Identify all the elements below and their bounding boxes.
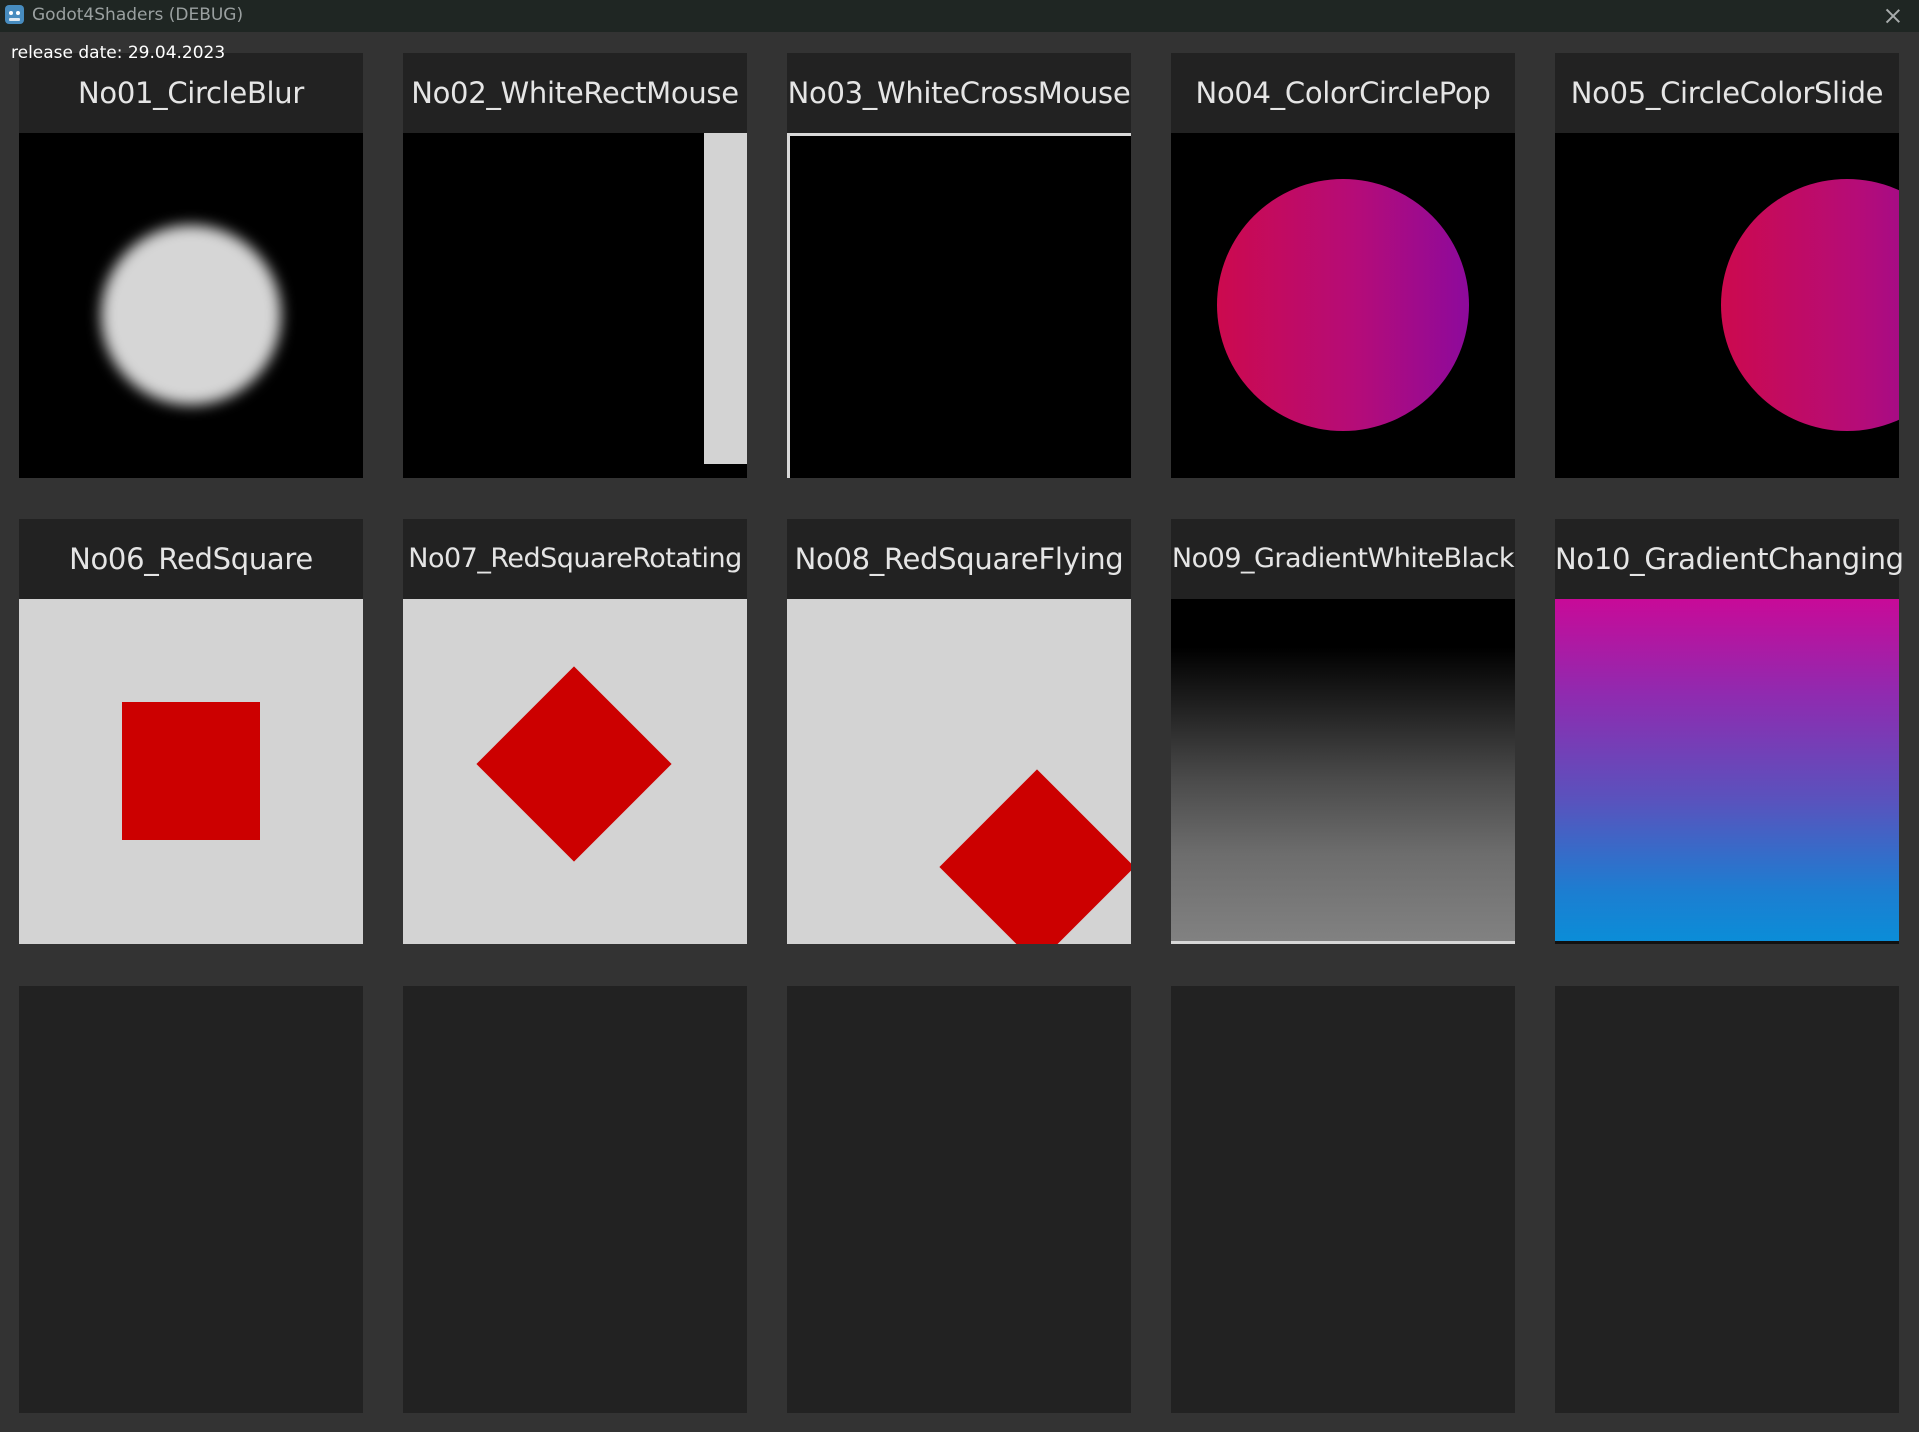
cross-vertical-line (787, 133, 790, 478)
shader-card: No05_CircleColorSlide (1555, 53, 1899, 478)
shader-title: No05_CircleColorSlide (1555, 53, 1899, 133)
empty-slot (19, 986, 363, 1413)
cross-horizontal-line (787, 133, 1131, 136)
empty-slot (1555, 986, 1899, 1413)
shader-preview-circle-blur[interactable] (19, 133, 363, 478)
shader-title: No07_RedSquareRotating (403, 519, 747, 599)
empty-slot (1171, 986, 1515, 1413)
shader-preview-gradient-changing[interactable] (1555, 599, 1899, 944)
shader-card: No02_WhiteRectMouse (403, 53, 747, 478)
shader-card: No09_GradientWhiteBlack (1171, 519, 1515, 944)
shader-title: No10_GradientChanging (1555, 519, 1904, 599)
shader-title: No06_RedSquare (19, 519, 363, 599)
blurred-circle (101, 225, 281, 405)
shader-preview-red-square-rotating[interactable] (403, 599, 747, 944)
shader-preview-red-square[interactable] (19, 599, 363, 944)
close-icon[interactable] (1881, 4, 1905, 28)
white-rectangle (704, 133, 747, 464)
shader-card: No06_RedSquare (19, 519, 363, 944)
shader-title: No01_CircleBlur (19, 53, 363, 133)
shader-title: No03_WhiteCrossMouse (787, 53, 1131, 133)
red-square (476, 666, 672, 862)
shader-preview-gradient-white-black[interactable] (1171, 599, 1515, 944)
shader-preview-white-cross-mouse[interactable] (787, 133, 1131, 478)
empty-slot (403, 986, 747, 1413)
release-date-label: release date: 29.04.2023 (11, 43, 226, 63)
shader-card: No03_WhiteCrossMouse (787, 53, 1131, 478)
empty-slot (787, 986, 1131, 1413)
window-title: Godot4Shaders (DEBUG) (32, 5, 244, 25)
shader-card: No01_CircleBlur (19, 53, 363, 478)
shader-title: No08_RedSquareFlying (787, 519, 1131, 599)
godot-icon (5, 5, 24, 24)
red-square (939, 769, 1131, 944)
shader-title: No04_ColorCirclePop (1171, 53, 1515, 133)
shader-preview-white-rect-mouse[interactable] (403, 133, 747, 478)
shader-preview-circle-color-slide[interactable] (1555, 133, 1899, 478)
shader-card: No04_ColorCirclePop (1171, 53, 1515, 478)
shader-card: No08_RedSquareFlying (787, 519, 1131, 944)
shader-preview-color-circle-pop[interactable] (1171, 133, 1515, 478)
shader-title: No02_WhiteRectMouse (403, 53, 747, 133)
red-square (122, 702, 260, 840)
shader-card: No10_GradientChanging (1555, 519, 1904, 944)
title-bar: Godot4Shaders (DEBUG) (0, 0, 1919, 32)
shader-preview-red-square-flying[interactable] (787, 599, 1131, 944)
color-circle (1721, 179, 1899, 431)
shader-title: No09_GradientWhiteBlack (1171, 519, 1515, 599)
color-circle (1217, 179, 1469, 431)
shader-card: No07_RedSquareRotating (403, 519, 747, 944)
